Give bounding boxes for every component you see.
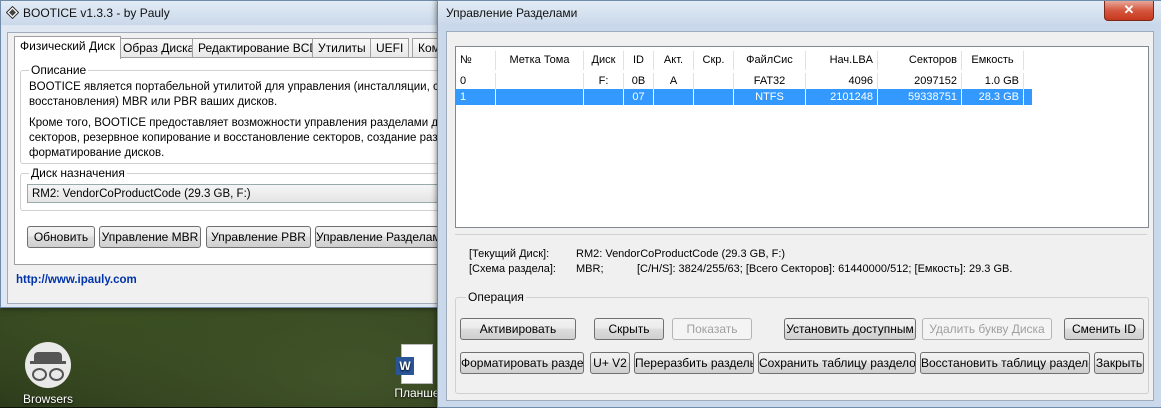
physical-disk-panel: Описание BOOTICE является портабельной у… (14, 57, 452, 265)
manage-mbr-button[interactable]: Управление MBR (99, 226, 201, 248)
cell-active: A (654, 73, 694, 89)
cell-hidden (694, 73, 734, 89)
partition-scheme-value: MBR; (576, 263, 604, 275)
operation-title: Операция (466, 290, 526, 304)
table-row[interactable]: 0 F: 0B A FAT32 4096 2097152 1.0 GB (456, 73, 1032, 89)
show-button: Показать (672, 318, 752, 340)
window-close-button[interactable]: ✕ (1104, 1, 1154, 21)
cell-num: 0 (456, 73, 496, 89)
column-header-id[interactable]: ID (624, 51, 654, 70)
u-plus-v2-button[interactable]: U+ V2 (590, 352, 630, 374)
window-title: Управление Разделами (446, 6, 578, 20)
restore-partition-table-button[interactable]: Восстановить таблицу разделов (920, 352, 1090, 374)
repartition-button[interactable]: Переразбить разделы (634, 352, 754, 374)
table-row-selected[interactable]: 1 07 NTFS 2101248 59338751 28.3 GB (456, 89, 1032, 105)
cell-start-lba: 2101248 (806, 89, 878, 105)
cell-size: 28.3 GB (962, 89, 1024, 105)
partition-manager-window: Управление Разделами ✕ № Метка Тома Диск… (437, 0, 1161, 408)
target-disk-title: Диск назначения (29, 166, 127, 180)
hide-button[interactable]: Скрыть (594, 318, 664, 340)
column-header-hidden[interactable]: Скр. (694, 51, 734, 70)
partition-table[interactable]: № Метка Тома Диск ID Акт. Скр. ФайлСис Н… (455, 46, 1149, 228)
column-header-active[interactable]: Акт. (654, 51, 694, 70)
column-header-sectors[interactable]: Секторов (878, 51, 962, 70)
bootice-client-area: Физический Диск Образ Диска Редактирован… (7, 32, 453, 304)
desktop-icon-word-document[interactable]: W Планше (392, 344, 442, 400)
set-accessible-button[interactable]: Установить доступным (784, 318, 916, 340)
cell-disk: F: (584, 73, 624, 89)
title-bar[interactable]: BOOTICE v1.3.3 - by Pauly (1, 1, 449, 25)
column-header-start-lba[interactable]: Нач.LBA (806, 51, 878, 70)
incognito-icon (25, 342, 71, 388)
disk-geometry-info: [C/H/S]: 3824/255/63; [Всего Секторов]: … (637, 263, 1013, 275)
close-icon: ✕ (1123, 2, 1135, 17)
tab-bcd-edit[interactable]: Редактирование BCD (192, 38, 325, 58)
title-bar[interactable]: Управление Разделами ✕ (438, 1, 1161, 25)
current-disk-label: [Текущий Диск]: (469, 248, 550, 260)
cell-fs: NTFS (734, 89, 806, 105)
cell-label (496, 89, 584, 105)
description-group: Описание BOOTICE является портабельной у… (20, 63, 452, 164)
operation-group: Операция Активировать Скрыть Показать Ус… (455, 290, 1149, 394)
column-header-size[interactable]: Емкость (962, 51, 1024, 70)
cell-active (654, 89, 694, 105)
cell-label (496, 73, 584, 89)
current-disk-value: RM2: VendorCoProductCode (29.3 GB, F:) (576, 248, 786, 260)
window-title: BOOTICE v1.3.3 - by Pauly (23, 6, 170, 20)
format-partition-button[interactable]: Форматировать раздел (460, 352, 584, 374)
description-line: восстановления) MBR или PBR ваших дисков… (29, 96, 278, 108)
column-header-disk[interactable]: Диск (584, 51, 624, 70)
desktop-icon-browsers[interactable]: Browsers (16, 342, 80, 406)
cell-id: 0B (624, 73, 654, 89)
separator (455, 234, 1147, 235)
description-line: секторов, резервное копирование и восста… (29, 132, 445, 144)
tab-physical-disk[interactable]: Физический Диск (14, 36, 122, 59)
bootice-app-icon (6, 6, 19, 19)
cell-sectors: 2097152 (878, 73, 962, 89)
desktop-icon-label: Планше (394, 386, 440, 400)
partition-scheme-label: [Схема раздела]: (469, 263, 556, 275)
table-header: № Метка Тома Диск ID Акт. Скр. ФайлСис Н… (456, 51, 1032, 70)
description-title: Описание (29, 63, 89, 77)
column-header-fs[interactable]: ФайлСис (734, 51, 806, 70)
target-disk-select[interactable]: RM2: VendorCoProductCode (29.3 GB, F:) (27, 184, 445, 203)
refresh-button[interactable]: Обновить (27, 226, 95, 248)
description-line: Кроме того, BOOTICE предоставляет возмож… (29, 117, 445, 129)
description-line: BOOTICE является портабельной утилитой д… (29, 81, 445, 93)
description-line: форматирование дисков. (29, 147, 165, 159)
manage-partitions-button[interactable]: Управление Разделами (315, 226, 445, 248)
website-link[interactable]: http://www.ipauly.com (16, 274, 137, 286)
partition-client-area: № Метка Тома Диск ID Акт. Скр. ФайлСис Н… (446, 31, 1154, 401)
cell-sectors: 59338751 (878, 89, 962, 105)
tab-uefi[interactable]: UEFI (370, 38, 410, 58)
remove-drive-letter-button: Удалить букву Диска (922, 318, 1052, 340)
cell-num: 1 (456, 89, 496, 105)
cell-hidden (694, 89, 734, 105)
word-document-icon: W (396, 344, 433, 384)
cell-fs: FAT32 (734, 73, 806, 89)
desktop-icon-label: Browsers (22, 392, 73, 406)
target-disk-group: Диск назначения RM2: VendorCoProductCode… (20, 166, 452, 211)
activate-button[interactable]: Активировать (460, 318, 576, 340)
close-button[interactable]: Закрыть (1094, 352, 1144, 374)
column-header-num[interactable]: № (456, 51, 496, 70)
change-id-button[interactable]: Сменить ID (1064, 318, 1144, 340)
cell-size: 1.0 GB (962, 73, 1024, 89)
manage-pbr-button[interactable]: Управление PBR (206, 226, 311, 248)
save-partition-table-button[interactable]: Сохранить таблицу разделов (758, 352, 916, 374)
column-header-label[interactable]: Метка Тома (496, 51, 584, 70)
tab-disk-image[interactable]: Образ Диска (117, 38, 201, 58)
cell-disk (584, 89, 624, 105)
bootice-window: BOOTICE v1.3.3 - by Pauly Физический Дис… (0, 0, 453, 308)
cell-start-lba: 4096 (806, 73, 878, 89)
tab-utilities[interactable]: Утилиты (312, 38, 372, 58)
cell-id: 07 (624, 89, 654, 105)
